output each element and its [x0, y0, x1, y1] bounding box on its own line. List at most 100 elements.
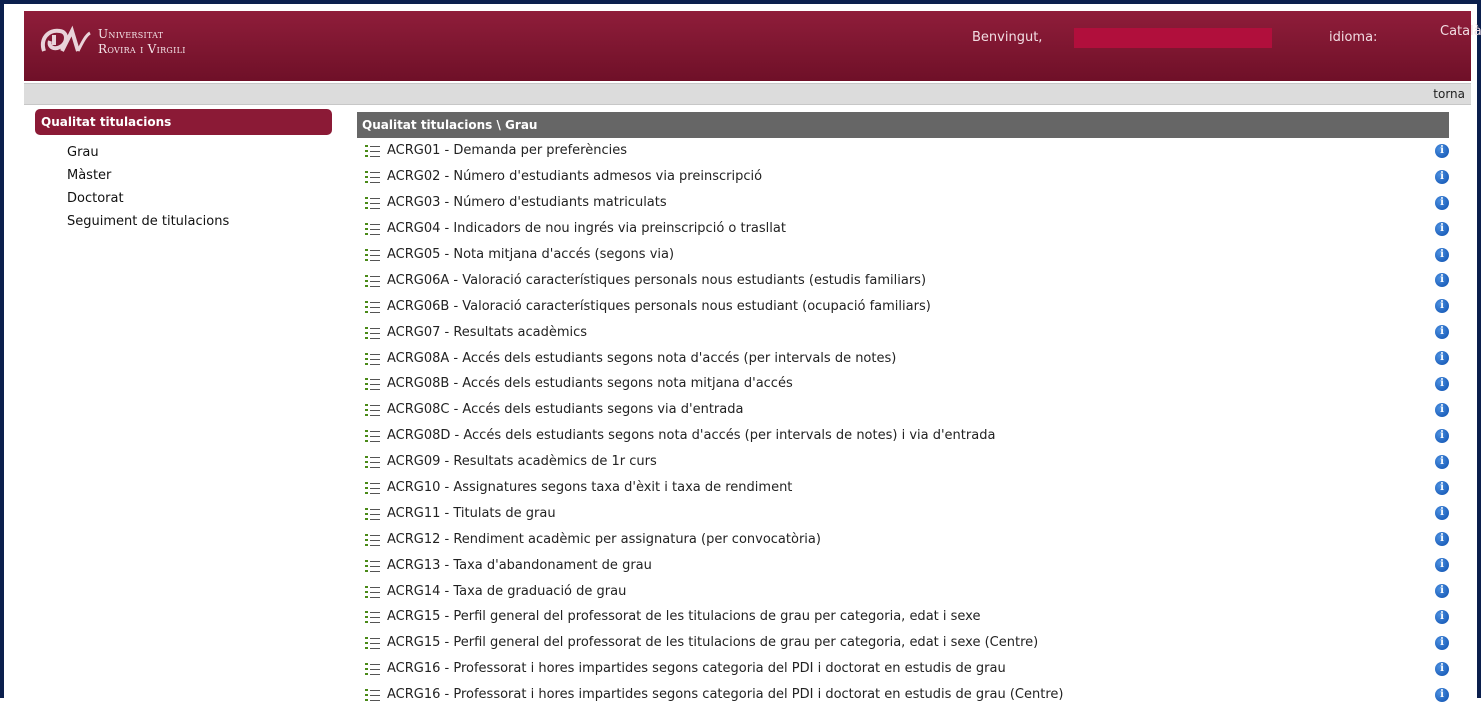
report-link[interactable]: ACRG08D - Accés dels estudiants segons n… [387, 428, 995, 443]
list-item[interactable]: ACRG01 - Demanda per preferències i [357, 138, 1449, 164]
list-icon [365, 688, 380, 702]
info-icon[interactable]: i [1435, 454, 1449, 469]
list-item[interactable]: ACRG06B - Valoració característiques per… [357, 293, 1449, 319]
language-label: idioma: [1329, 30, 1378, 45]
report-link[interactable]: ACRG10 - Assignatures segons taxa d'èxit… [387, 480, 792, 495]
info-icon[interactable]: i [1435, 221, 1449, 236]
report-link[interactable]: ACRG07 - Resultats acadèmics [387, 325, 587, 340]
report-link[interactable]: ACRG15 - Perfil general del professorat … [387, 635, 1038, 650]
info-icon[interactable]: i [1435, 532, 1449, 547]
info-icon[interactable]: i [1435, 558, 1449, 573]
list-item[interactable]: ACRG08C - Accés dels estudiants segons v… [357, 397, 1449, 423]
list-item[interactable]: ACRG15 - Perfil general del professorat … [357, 630, 1449, 656]
list-item[interactable]: ACRG14 - Taxa de graduació de grau i [357, 578, 1449, 604]
main-content: Qualitat titulacions \ Grau ACRG01 - Dem… [357, 112, 1449, 708]
list-icon [365, 429, 380, 443]
report-list: ACRG01 - Demanda per preferències i ACRG02… [357, 138, 1449, 708]
list-item[interactable]: ACRG08B - Accés dels estudiants segons n… [357, 371, 1449, 397]
sidebar-title[interactable]: Qualitat titulacions [35, 109, 332, 135]
info-icon[interactable]: i [1435, 377, 1449, 392]
list-item[interactable]: ACRG08D - Accés dels estudiants segons n… [357, 423, 1449, 449]
info-icon[interactable]: i [1435, 144, 1449, 158]
list-icon [365, 585, 380, 598]
info-icon[interactable]: i [1435, 351, 1449, 366]
report-link[interactable]: ACRG01 - Demanda per preferències [387, 143, 627, 158]
report-link[interactable]: ACRG08C - Accés dels estudiants segons v… [387, 402, 743, 417]
info-icon[interactable]: i [1435, 610, 1449, 625]
list-icon [365, 559, 380, 572]
list-icon [365, 377, 380, 391]
info-icon[interactable]: i [1435, 480, 1449, 495]
list-icon [365, 196, 380, 210]
report-link[interactable]: ACRG11 - Titulats de grau [387, 506, 556, 521]
info-icon[interactable]: i [1435, 169, 1449, 184]
sidebar: Qualitat titulacions Grau Màster Doctora… [35, 109, 332, 233]
report-link[interactable]: ACRG06A - Valoració característiques per… [387, 273, 926, 288]
list-icon [365, 610, 380, 624]
list-icon [365, 636, 380, 650]
language-selector[interactable]: Català [1440, 24, 1481, 39]
list-item[interactable]: ACRG06A - Valoració característiques per… [357, 267, 1449, 293]
list-item[interactable]: ACRG03 - Número d'estudiants matriculats… [357, 190, 1449, 216]
info-icon[interactable]: i [1435, 687, 1449, 702]
logo-text: Universitat Rovira i Virgili [98, 27, 186, 57]
report-link[interactable]: ACRG08B - Accés dels estudiants segons n… [387, 376, 793, 391]
report-link[interactable]: ACRG06B - Valoració característiques per… [387, 299, 931, 314]
list-icon [365, 481, 380, 495]
report-link[interactable]: ACRG09 - Resultats acadèmics de 1r curs [387, 454, 657, 469]
list-icon [365, 507, 380, 520]
report-link[interactable]: ACRG05 - Nota mitjana d'accés (segons vi… [387, 247, 674, 262]
info-icon[interactable]: i [1435, 325, 1449, 340]
report-link[interactable]: ACRG08A - Accés dels estudiants segons n… [387, 351, 896, 366]
list-item[interactable]: ACRG12 - Rendiment acadèmic per assignat… [357, 526, 1449, 552]
username-redacted [1074, 28, 1272, 48]
info-icon[interactable]: i [1435, 273, 1449, 288]
list-icon [365, 274, 380, 287]
list-icon [365, 403, 380, 417]
sidebar-item-seguiment[interactable]: Seguiment de titulacions [35, 210, 332, 233]
sidebar-menu: Grau Màster Doctorat Seguiment de titula… [35, 141, 332, 233]
sidebar-item-grau[interactable]: Grau [35, 141, 332, 164]
report-link[interactable]: ACRG12 - Rendiment acadèmic per assignat… [387, 532, 821, 547]
info-icon[interactable]: i [1435, 661, 1449, 676]
list-item[interactable]: ACRG07 - Resultats acadèmics i [357, 319, 1449, 345]
header-banner: Universitat Rovira i Virgili Benvingut, … [24, 11, 1481, 81]
report-link[interactable]: ACRG13 - Taxa d'abandonament de grau [387, 558, 652, 573]
info-icon[interactable]: i [1435, 584, 1449, 599]
list-item[interactable]: ACRG16 - Professorat i hores impartides … [357, 656, 1449, 682]
info-icon[interactable]: i [1435, 299, 1449, 314]
list-item[interactable]: ACRG11 - Titulats de grau i [357, 500, 1449, 526]
list-item[interactable]: ACRG02 - Número d'estudiants admesos via… [357, 164, 1449, 190]
list-item[interactable]: ACRG09 - Resultats acadèmics de 1r curs i [357, 449, 1449, 475]
report-link[interactable]: ACRG03 - Número d'estudiants matriculats [387, 195, 667, 210]
report-link[interactable]: ACRG04 - Indicadors de nou ingrés via pr… [387, 221, 786, 236]
info-icon[interactable]: i [1435, 635, 1449, 650]
sidebar-item-doctorat[interactable]: Doctorat [35, 187, 332, 210]
university-logo[interactable]: Universitat Rovira i Virgili [38, 25, 186, 59]
list-item[interactable]: ACRG04 - Indicadors de nou ingrés via pr… [357, 216, 1449, 242]
urv-logo-icon [41, 25, 91, 52]
report-link[interactable]: ACRG02 - Número d'estudiants admesos via… [387, 169, 762, 184]
info-icon[interactable]: i [1435, 195, 1449, 210]
list-icon [365, 170, 380, 184]
report-link[interactable]: ACRG16 - Professorat i hores impartides … [387, 687, 1063, 702]
info-icon[interactable]: i [1435, 247, 1449, 262]
logo-line-2: Rovira i Virgili [98, 42, 186, 56]
list-item[interactable]: ACRG15 - Perfil general del professorat … [357, 604, 1449, 630]
welcome-label: Benvingut, [972, 30, 1043, 45]
list-item[interactable]: ACRG16 - Professorat i hores impartides … [357, 682, 1449, 708]
list-item[interactable]: ACRG08A - Accés dels estudiants segons n… [357, 345, 1449, 371]
sidebar-item-master[interactable]: Màster [35, 164, 332, 187]
list-item[interactable]: ACRG13 - Taxa d'abandonament de grau i [357, 552, 1449, 578]
report-link[interactable]: ACRG16 - Professorat i hores impartides … [387, 661, 1006, 676]
info-icon[interactable]: i [1435, 506, 1449, 521]
list-item[interactable]: ACRG10 - Assignatures segons taxa d'èxit… [357, 475, 1449, 501]
list-icon [365, 248, 380, 261]
logo-line-1: Universitat [98, 27, 164, 41]
back-link[interactable]: torna [1433, 87, 1465, 101]
report-link[interactable]: ACRG14 - Taxa de graduació de grau [387, 584, 626, 599]
report-link[interactable]: ACRG15 - Perfil general del professorat … [387, 609, 980, 624]
info-icon[interactable]: i [1435, 402, 1449, 417]
info-icon[interactable]: i [1435, 428, 1449, 443]
list-item[interactable]: ACRG05 - Nota mitjana d'accés (segons vi… [357, 242, 1449, 268]
